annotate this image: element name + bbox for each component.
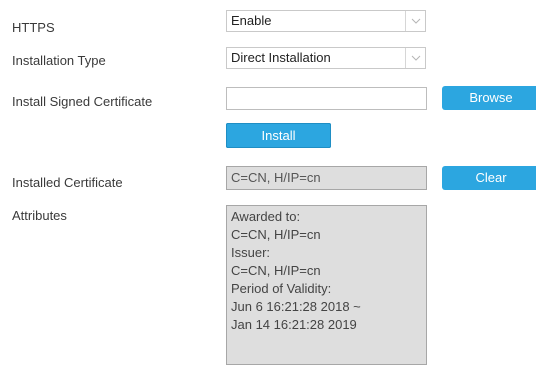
- clear-button[interactable]: Clear: [442, 166, 536, 190]
- installed-certificate-label: Installed Certificate: [12, 175, 123, 190]
- install-signed-certificate-label: Install Signed Certificate: [12, 94, 153, 109]
- attribute-line: C=CN, H/IP=cn: [231, 263, 321, 278]
- installed-certificate-field: C=CN, H/IP=cn: [226, 166, 427, 190]
- installation-type-value: Direct Installation: [231, 50, 331, 65]
- attribute-line: C=CN, H/IP=cn: [231, 227, 321, 242]
- https-select-value: Enable: [231, 13, 272, 28]
- installation-type-label: Installation Type: [12, 53, 106, 68]
- attribute-line: Awarded to:: [231, 209, 301, 224]
- installation-type-select[interactable]: Direct Installation: [226, 47, 426, 69]
- chevron-down-icon[interactable]: [405, 11, 425, 31]
- chevron-down-icon[interactable]: [405, 48, 425, 68]
- install-button[interactable]: Install: [226, 123, 331, 148]
- attributes-label: Attributes: [12, 208, 67, 223]
- browse-button[interactable]: Browse: [442, 86, 536, 110]
- https-select[interactable]: Enable: [226, 10, 426, 32]
- certificate-file-input[interactable]: [226, 87, 427, 110]
- attribute-line: Period of Validity:: [231, 281, 332, 296]
- attribute-line: Jun 6 16:21:28 2018 ~: [231, 299, 361, 314]
- attributes-box: Awarded to: C=CN, H/IP=cn Issuer: C=CN, …: [226, 205, 427, 365]
- attribute-line: Jan 14 16:21:28 2019: [231, 317, 357, 332]
- attribute-line: Issuer:: [231, 245, 271, 260]
- https-label: HTTPS: [12, 20, 55, 35]
